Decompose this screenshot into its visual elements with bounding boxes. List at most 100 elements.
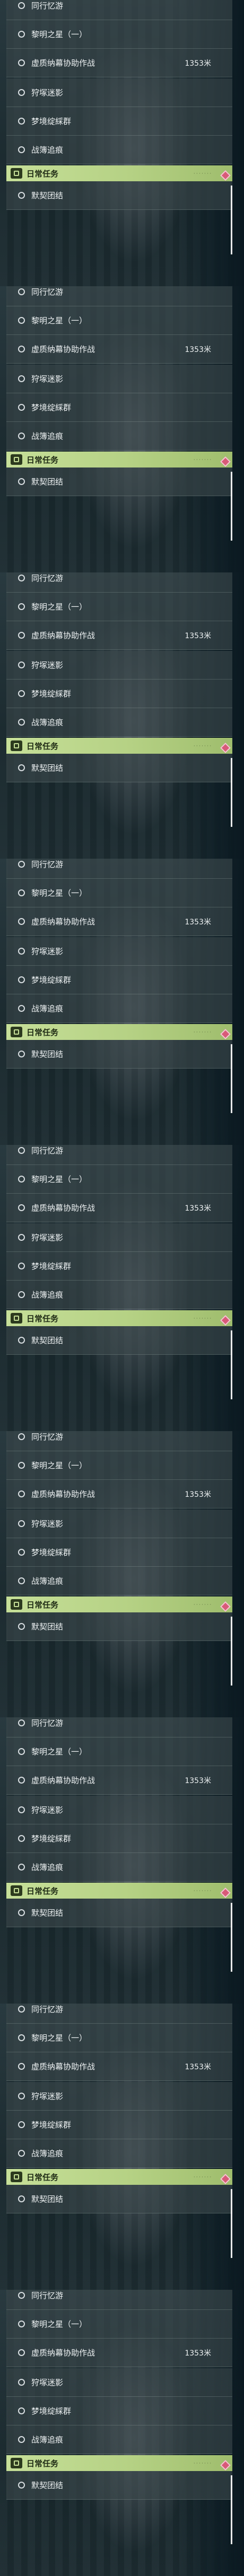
quest-row[interactable]: 黎明之星（一） <box>6 1165 232 1194</box>
circle-outline-icon <box>18 433 25 439</box>
scrollbar[interactable] <box>231 2475 232 2544</box>
daily-task-header[interactable]: 日常任务 · · · · · · · <box>6 2455 232 2471</box>
quest-row[interactable]: 狩塚迷影 <box>6 365 232 393</box>
quest-row[interactable]: 虚质纳幕协助作战 1353米 <box>6 1480 232 1508</box>
quest-row[interactable]: 虚质纳幕协助作战 1353米 <box>6 1194 232 1222</box>
quest-row[interactable]: 狩塚迷影 <box>6 1510 232 1538</box>
circle-outline-icon <box>18 478 25 485</box>
quest-row[interactable]: 狩塚迷影 <box>6 2082 232 2111</box>
quest-row[interactable]: 同行忆游 <box>6 572 232 593</box>
scrollbar[interactable] <box>231 758 232 827</box>
quest-row[interactable]: 虚质纳幕协助作战 1353米 <box>6 907 232 936</box>
quest-distance: 1353米 <box>185 2349 211 2358</box>
quest-label: 狩塚迷影 <box>31 1233 64 1242</box>
quest-row[interactable]: 战簿追痕 <box>6 1281 232 1309</box>
quest-row[interactable]: 黎明之星（一） <box>6 2024 232 2052</box>
daily-task-row[interactable]: 默契团结 <box>6 1612 232 1641</box>
circle-outline-icon <box>18 1462 25 1469</box>
scrollbar[interactable] <box>231 1903 232 1972</box>
quest-row[interactable]: 黎明之星（一） <box>6 2310 232 2339</box>
quest-row[interactable]: 虚质纳幕协助作战 1353米 <box>6 2339 232 2367</box>
quest-label: 战簿追痕 <box>31 2149 64 2158</box>
quest-distance: 1353米 <box>185 2062 211 2071</box>
quest-row[interactable]: 虚质纳幕协助作战 1353米 <box>6 2052 232 2081</box>
quest-row[interactable]: 梦境绽綵群 <box>6 680 232 708</box>
quest-row[interactable]: 狩塚迷影 <box>6 937 232 966</box>
circle-outline-icon <box>18 59 25 66</box>
daily-task-row[interactable]: 默契团结 <box>6 1326 232 1355</box>
daily-task-row[interactable]: 默契团结 <box>6 1899 232 1927</box>
scrollbar[interactable] <box>231 1617 232 1686</box>
quest-row[interactable]: 黎明之星（一） <box>6 306 232 335</box>
quest-row[interactable]: 黎明之星（一） <box>6 20 232 49</box>
quest-row[interactable]: 战簿追痕 <box>6 994 232 1023</box>
scrollbar[interactable] <box>231 2189 232 2258</box>
quest-row[interactable]: 虚质纳幕协助作战 1353米 <box>6 621 232 650</box>
daily-task-header[interactable]: 日常任务 · · · · · · · <box>6 1596 232 1612</box>
quest-row[interactable]: 狩塚迷影 <box>6 651 232 680</box>
quest-row[interactable]: 黎明之星（一） <box>6 1451 232 1480</box>
quest-row[interactable]: 狩塚迷影 <box>6 2368 232 2397</box>
daily-task-row[interactable]: 默契团结 <box>6 467 232 496</box>
quest-row[interactable]: 同行忆游 <box>6 286 232 306</box>
daily-task-header[interactable]: 日常任务 · · · · · · · <box>6 165 232 181</box>
daily-task-title: 日常任务 <box>27 2172 59 2182</box>
quest-row[interactable]: 同行忆游 <box>6 0 232 20</box>
quest-row[interactable]: 虚质纳幕协助作战 1353米 <box>6 49 232 77</box>
scrollbar[interactable] <box>231 1330 232 1399</box>
circle-outline-icon <box>18 2034 25 2041</box>
quest-row[interactable]: 狩塚迷影 <box>6 1796 232 1824</box>
quest-row[interactable]: 虚质纳幕协助作战 1353米 <box>6 335 232 364</box>
quest-row[interactable]: 黎明之星（一） <box>6 879 232 907</box>
circle-outline-icon <box>18 1623 25 1630</box>
quest-row[interactable]: 黎明之星（一） <box>6 593 232 621</box>
scrollbar[interactable] <box>231 472 232 541</box>
quest-row[interactable]: 黎明之星（一） <box>6 1737 232 1766</box>
quest-row[interactable]: 梦境绽綵群 <box>6 2397 232 2425</box>
daily-task-header[interactable]: 日常任务 · · · · · · · <box>6 1310 232 1326</box>
daily-task-header[interactable]: 日常任务 · · · · · · · <box>6 738 232 754</box>
quest-row[interactable]: 战簿追痕 <box>6 1853 232 1882</box>
quest-row[interactable]: 梦境绽綵群 <box>6 1824 232 1853</box>
quest-row[interactable]: 梦境绽綵群 <box>6 393 232 422</box>
daily-task-row[interactable]: 默契团结 <box>6 181 232 210</box>
quest-row[interactable]: 狩塚迷影 <box>6 1223 232 1252</box>
quest-distance: 1353米 <box>185 1204 211 1213</box>
daily-task-header[interactable]: 日常任务 · · · · · · · <box>6 1883 232 1899</box>
quest-row[interactable]: 战簿追痕 <box>6 708 232 737</box>
quest-row[interactable]: 狩塚迷影 <box>6 78 232 107</box>
scrollbar[interactable] <box>231 186 232 254</box>
quest-label: 梦境绽綵群 <box>31 975 72 985</box>
quest-label: 战簿追痕 <box>31 1290 64 1300</box>
daily-task-row[interactable]: 默契团结 <box>6 2471 232 2500</box>
daily-task-row[interactable]: 默契团结 <box>6 2185 232 2213</box>
daily-task-row[interactable]: 默契团结 <box>6 754 232 782</box>
quest-row[interactable]: 战簿追痕 <box>6 2425 232 2454</box>
quest-row[interactable]: 虚质纳幕协助作战 1353米 <box>6 1766 232 1795</box>
quest-row[interactable]: 同行忆游 <box>6 1145 232 1165</box>
quest-row[interactable]: 梦境绽綵群 <box>6 2111 232 2139</box>
quest-row[interactable]: 同行忆游 <box>6 2004 232 2024</box>
quest-label: 黎明之星（一） <box>31 2319 88 2329</box>
daily-task-header[interactable]: 日常任务 · · · · · · · <box>6 2169 232 2185</box>
daily-task-row[interactable]: 默契团结 <box>6 1040 232 1069</box>
quest-row[interactable]: 梦境绽綵群 <box>6 1538 232 1567</box>
quest-row[interactable]: 梦境绽綵群 <box>6 966 232 994</box>
quest-row[interactable]: 同行忆游 <box>6 1717 232 1737</box>
daily-task-header[interactable]: 日常任务 · · · · · · · <box>6 1024 232 1040</box>
quest-row[interactable]: 战簿追痕 <box>6 2139 232 2168</box>
circle-outline-icon <box>18 375 25 382</box>
daily-task-label: 默契团结 <box>31 2194 64 2204</box>
quest-row[interactable]: 同行忆游 <box>6 2290 232 2310</box>
quest-row[interactable]: 战簿追痕 <box>6 1567 232 1595</box>
circle-outline-icon <box>18 1549 25 1556</box>
circle-outline-icon <box>18 2407 25 2414</box>
quest-row[interactable]: 同行忆游 <box>6 1431 232 1451</box>
scrollbar[interactable] <box>231 1044 232 1113</box>
quest-row[interactable]: 同行忆游 <box>6 859 232 879</box>
quest-row[interactable]: 战簿追痕 <box>6 422 232 451</box>
daily-task-header[interactable]: 日常任务 · · · · · · · <box>6 452 232 467</box>
quest-row[interactable]: 梦境绽綵群 <box>6 107 232 136</box>
quest-row[interactable]: 战簿追痕 <box>6 136 232 164</box>
quest-row[interactable]: 梦境绽綵群 <box>6 1252 232 1281</box>
